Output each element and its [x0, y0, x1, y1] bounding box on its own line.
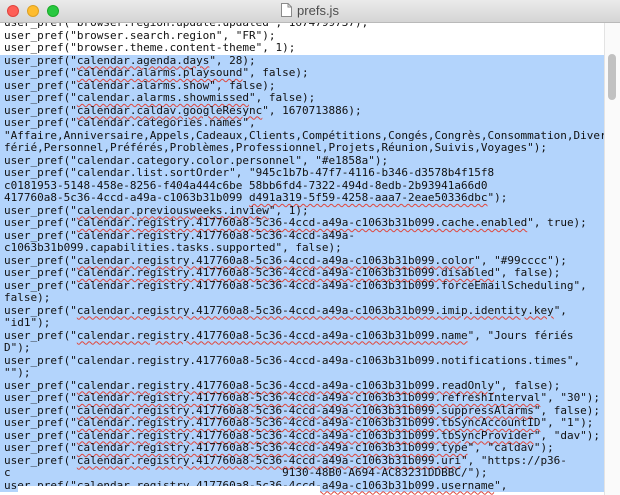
code-line: D");	[0, 341, 604, 355]
spellcheck-underline: calendar.alarms.showmissed	[76, 91, 250, 104]
text-editor[interactable]: user_pref("browser.region.update.updated…	[0, 23, 604, 495]
code-line: user_pref("calendar.registry.417760a8-5c…	[0, 354, 604, 367]
window-title: prefs.js	[0, 3, 620, 18]
code-line: user_pref("calendar.registry.417760a8-5c…	[0, 266, 604, 280]
spellcheck-underline: calendar.registry.417760a8-5c36-4ccd-a49…	[76, 428, 534, 442]
spellcheck-underline: calendar.agenda.days	[76, 53, 210, 67]
scrollbar-thumb[interactable]	[608, 54, 616, 100]
code-line: user_pref("calendar.list.sortOrder", "94…	[0, 166, 604, 180]
spellcheck-underline: calendar.registry.417760a8-5c36-4ccd-a49…	[76, 391, 541, 404]
document-icon	[281, 3, 293, 17]
vertical-scrollbar[interactable]	[604, 23, 620, 495]
code-line: user_pref("calendar.registry.417760a8-5c…	[0, 303, 604, 317]
spellcheck-underline: calendar.registry.417760a8-5c36-4ccd-a49…	[76, 216, 528, 229]
spellcheck-underline: calendar.registry.417760a8-5c36-4ccd-a49…	[76, 253, 475, 267]
code-line: férié,Personnel,Préférés,Problèmes,Profe…	[0, 141, 604, 155]
code-line: user_pref("calendar.alarms.playsound", f…	[0, 66, 604, 80]
spellcheck-underline: calendar.registry.417760a8-5c36-4ccd-a49…	[76, 378, 495, 392]
window-titlebar: prefs.js	[0, 0, 620, 23]
spellcheck-underline: calendar.registry.417760a8-5c36-4ccd-a49…	[76, 328, 468, 342]
spellcheck-underline: calendar.registry.417760a8-5c36-4ccd-a49…	[76, 441, 468, 454]
spellcheck-underline: d491a319-5f59-4258-aaa7-2eae50336dbc	[249, 191, 488, 204]
window-title-text: prefs.js	[297, 3, 339, 18]
code-line: user_pref("calendar.registry.417760a8-5c…	[0, 216, 604, 230]
spellcheck-underline: calendar.registry.417760a8-5c36-4ccd-a49…	[76, 303, 554, 317]
redacted-region	[18, 486, 320, 495]
code-line: user_pref("calendar.registry.417760a8-5c…	[0, 328, 604, 342]
spellcheck-underline: calendar.alarms.playsound	[76, 66, 243, 79]
code-lines: user_pref("browser.region.update.updated…	[0, 23, 604, 495]
spellcheck-underline: calendar.registry.417760a8-5c36-4ccd-a49…	[76, 403, 534, 417]
spellcheck-underline: calendar.previousweeks.inview	[76, 203, 269, 217]
spellcheck-underline: calendar.registry.417760a8-5c36-4ccd-a49…	[76, 453, 461, 467]
code-line: user_pref("calendar.registry.417760a8-5c…	[0, 279, 604, 292]
spellcheck-underline: calendar.caldav.googleResync	[76, 103, 263, 117]
spellcheck-underline: calendar.registry.417760a8-5c36-4ccd-a49…	[76, 266, 495, 279]
code-line: user_pref("calendar.categories.names",	[0, 116, 604, 130]
spellcheck-underline: calendar.registry.417760a8-5c36-4ccd-a49…	[76, 416, 541, 429]
